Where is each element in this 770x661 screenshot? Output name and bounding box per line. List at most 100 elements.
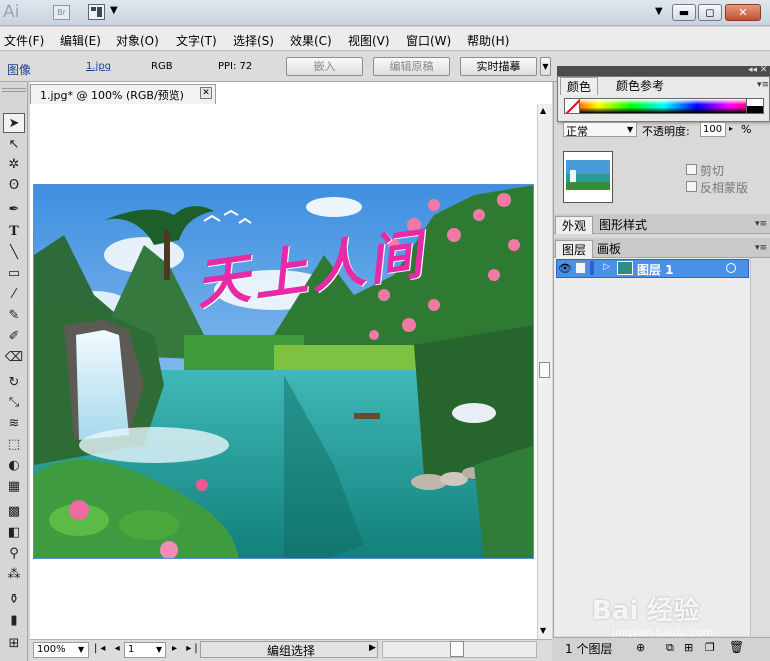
menu-file[interactable]: 文件(F) (4, 32, 44, 49)
mesh-tool-icon[interactable]: ▩ (3, 502, 25, 522)
color-mode-label: RGB (151, 61, 173, 72)
column-graph-tool-icon[interactable]: ▮ (3, 611, 25, 631)
bridge-icon[interactable]: Br (53, 5, 70, 20)
eyedropper-tool-icon[interactable]: ⚲ (3, 544, 25, 564)
eye-icon[interactable]: 👁 (558, 262, 572, 275)
type-tool-icon[interactable]: T (3, 222, 25, 242)
menu-help[interactable]: 帮助(H) (467, 32, 509, 49)
minimize-button[interactable]: ▬ (672, 4, 696, 21)
placed-image[interactable]: 天上人间 (33, 184, 534, 559)
layer-name[interactable]: 图层 1 (637, 261, 674, 278)
menu-select[interactable]: 选择(S) (233, 32, 274, 49)
chevron-down-icon[interactable]: ▼ (110, 5, 118, 16)
workspace-switcher-icon[interactable]: ▼ (655, 6, 663, 17)
blend-tool-icon[interactable]: ⁂ (3, 565, 25, 585)
free-transform-tool-icon[interactable]: ⬚ (3, 435, 25, 455)
warp-tool-icon[interactable]: ≋ (3, 414, 25, 434)
zoom-dropdown-icon[interactable]: ▼ (78, 645, 84, 654)
embed-button[interactable]: 嵌入 (286, 57, 363, 76)
artboard-next-icon[interactable]: ▸ ▸| (172, 643, 201, 654)
black-white-swatch[interactable] (746, 98, 764, 114)
linked-file-link[interactable]: 1.jpg (86, 61, 111, 72)
opacity-slider-icon[interactable]: ▸ (729, 124, 733, 133)
menu-type[interactable]: 文字(T) (176, 32, 217, 49)
clip-label: 剪切 (700, 164, 725, 178)
arrange-documents-icon[interactable] (88, 4, 105, 20)
tool-status-text: 编组选择 (267, 644, 316, 658)
menu-object[interactable]: 对象(O) (116, 32, 159, 49)
shape-builder-tool-icon[interactable]: ◐ (3, 456, 25, 476)
target-icon[interactable] (726, 263, 736, 273)
object-type-label: 图像 (7, 63, 32, 77)
make-clipping-mask-icon[interactable]: ⧉ (666, 641, 674, 655)
magic-wand-tool-icon[interactable]: ✲ (3, 155, 25, 175)
rectangle-tool-icon[interactable]: ▭ (3, 264, 25, 284)
document-tab-close-icon[interactable]: ✕ (200, 87, 212, 99)
blend-mode-dropdown-icon[interactable]: ▼ (627, 125, 633, 134)
appearance-menu-icon[interactable]: ▾≡ (755, 219, 767, 229)
layers-scrollbar[interactable] (750, 258, 770, 636)
new-layer-icon[interactable]: ❐ (705, 641, 715, 654)
none-swatch[interactable] (564, 98, 580, 114)
close-button[interactable]: ✕ (725, 4, 761, 21)
scroll-up-icon[interactable]: ▲ (540, 106, 546, 115)
gradient-tool-icon[interactable]: ◧ (3, 523, 25, 543)
layers-menu-icon[interactable]: ▾≡ (755, 243, 767, 253)
status-menu-icon[interactable]: ▶ (369, 643, 376, 653)
tab-color-label: 颜色 (567, 80, 592, 94)
tab-color-guide-label: 颜色参考 (616, 79, 665, 93)
invert-mask-checkbox[interactable] (686, 181, 697, 192)
scrollbar-thumb[interactable] (539, 362, 550, 378)
lock-toggle[interactable] (575, 262, 586, 274)
eraser-tool-icon[interactable]: ⌫ (3, 348, 25, 368)
tab-graphic-styles[interactable]: 图形样式 (593, 216, 653, 234)
edit-original-button[interactable]: 编辑原稿 (373, 57, 450, 76)
scale-tool-icon[interactable]: ⤡ (3, 393, 25, 413)
toolbox-grip[interactable] (2, 88, 26, 92)
tab-artboards[interactable]: 画板 (591, 240, 627, 258)
watermark-logo: Bai 经验 (592, 596, 700, 626)
artboard-prev-icon[interactable]: |◂ ◂ (94, 643, 123, 654)
scroll-down-icon[interactable]: ▼ (540, 626, 546, 635)
locate-object-icon[interactable]: ⊕ (636, 641, 645, 654)
tab-appearance[interactable]: 外观 (555, 216, 594, 234)
live-trace-button[interactable]: 实时描摹 (460, 57, 537, 76)
artboard-dropdown-icon[interactable]: ▼ (156, 645, 162, 654)
pen-tool-icon[interactable]: ✒ (3, 200, 25, 220)
menu-view[interactable]: 视图(V) (348, 32, 390, 49)
artboard-tool-icon[interactable]: ⊞ (3, 634, 25, 654)
menu-effect[interactable]: 效果(C) (290, 32, 332, 49)
tab-graphic-styles-label: 图形样式 (599, 218, 648, 232)
perspective-grid-tool-icon[interactable]: ▦ (3, 477, 25, 497)
delete-layer-icon[interactable]: 🗑 (729, 640, 744, 654)
live-trace-options-icon[interactable]: ▼ (540, 57, 551, 76)
color-panel-titlebar[interactable] (557, 66, 770, 76)
tab-artboards-label: 画板 (597, 242, 622, 256)
line-tool-icon[interactable]: ╲ (3, 243, 25, 263)
opacity-label: 不透明度: (642, 125, 690, 138)
opacity-input[interactable]: 100 (700, 122, 726, 137)
tab-color-guide[interactable]: 颜色参考 (610, 77, 670, 95)
menu-edit[interactable]: 编辑(E) (60, 32, 101, 49)
color-panel-menu-icon[interactable]: ▾≡ (757, 80, 769, 90)
direct-selection-tool-icon[interactable]: ↖ (3, 135, 25, 155)
collapse-icon[interactable]: ◂◂ ✕ (748, 65, 767, 75)
horizontal-scrollbar-thumb[interactable] (450, 641, 464, 657)
menu-window[interactable]: 窗口(W) (406, 32, 451, 49)
blend-mode-value: 正常 (566, 125, 588, 138)
rotate-tool-icon[interactable]: ↻ (3, 373, 25, 393)
tab-color[interactable]: 颜色 (560, 77, 599, 95)
color-spectrum[interactable] (564, 98, 764, 114)
pencil-tool-icon[interactable]: ✎ (3, 306, 25, 326)
maximize-button[interactable]: ◻ (698, 4, 722, 21)
lasso-tool-icon[interactable]: ʘ (3, 176, 25, 196)
new-sublayer-icon[interactable]: ⊞ (684, 641, 693, 654)
selection-tool-icon[interactable]: ➤ (3, 113, 25, 133)
clip-checkbox[interactable] (686, 164, 697, 175)
tab-layers[interactable]: 图层 (555, 240, 594, 258)
paintbrush-tool-icon[interactable]: ⁄ (3, 285, 25, 305)
opacity-unit: % (741, 123, 752, 136)
symbol-sprayer-tool-icon[interactable]: ⚱ (3, 590, 25, 610)
blob-brush-tool-icon[interactable]: ✐ (3, 327, 25, 347)
expand-triangle-icon[interactable]: ▷ (603, 262, 610, 272)
